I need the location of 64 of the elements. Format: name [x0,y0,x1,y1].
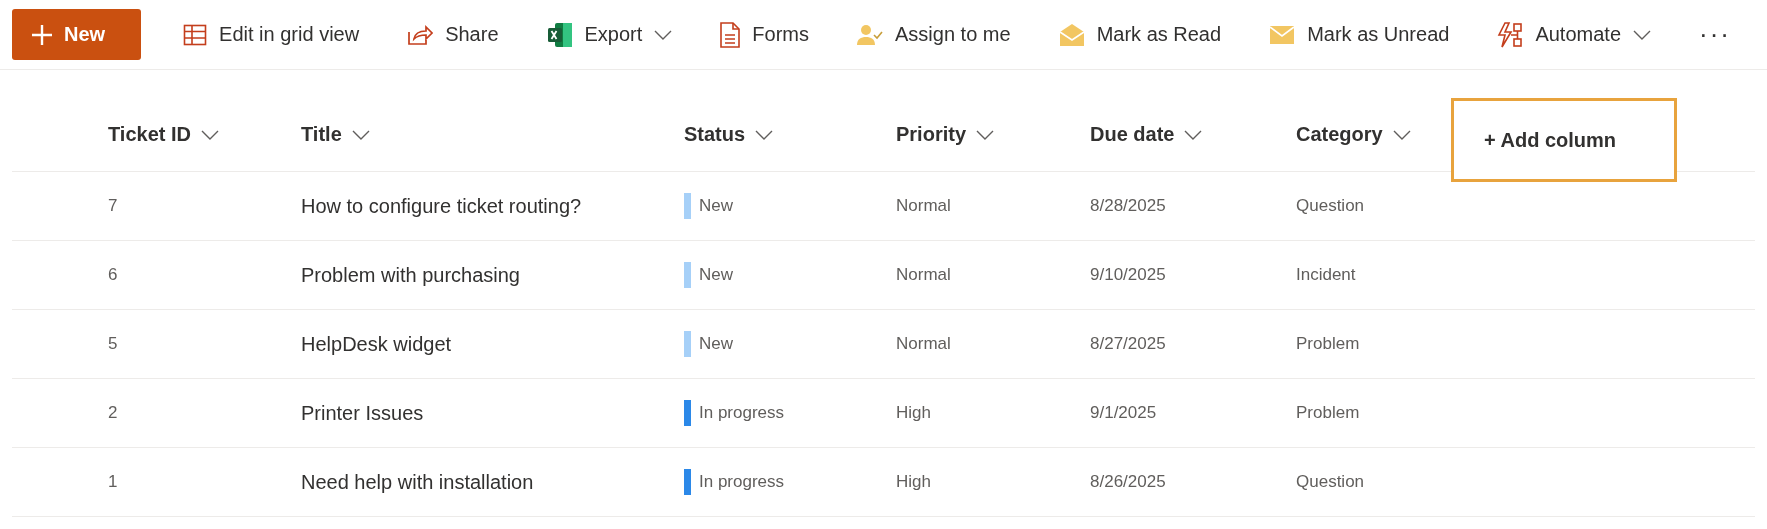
status-text: In progress [699,403,785,423]
chevron-down-icon [1184,129,1203,140]
column-header[interactable]: Category [1296,123,1411,146]
toolbar-button[interactable]: Automate [1473,12,1675,57]
plus-icon [32,24,52,45]
table-cell-text: 1 [108,472,119,492]
table-cell-text: Normal [896,334,952,354]
table-cell-text: High [896,403,932,423]
add-column-button[interactable]: + Add column [1451,98,1677,182]
status-text: In progress [699,472,785,492]
grid-icon [183,22,208,47]
table-cell-text: 8/28/2025 [1090,196,1167,216]
column-header[interactable]: Priority [896,123,995,146]
table-cell-text: Incident [1296,265,1357,285]
table-cell-text: High [896,472,932,492]
person-check-icon [857,23,883,46]
toolbar-button[interactable]: Assign to me [833,12,1035,57]
title-link[interactable]: How to configure ticket routing? [301,194,684,218]
toolbar-button[interactable]: Mark as Unread [1245,12,1474,57]
table-cell-text: Problem [1296,334,1361,354]
column-header[interactable]: Status [684,123,774,146]
status-text: New [699,196,733,216]
toolbar-button[interactable]: Edit in grid view [159,12,384,57]
open-envelope-icon [1058,22,1085,47]
column-header[interactable]: Due date [1090,123,1203,146]
table-cell-text: 9/1/2025 [1090,403,1158,423]
chevron-down-icon [654,29,673,40]
status-text: New [699,334,733,354]
toolbar-button[interactable]: Share [383,12,523,57]
table-cell-text: Normal [896,196,952,216]
table-cell-text: Question [1296,472,1366,492]
title-link[interactable]: Printer Issues [301,401,684,425]
table-cell-text: 8/26/2025 [1090,472,1167,492]
column-header[interactable]: Ticket ID [108,123,219,146]
table-cell-text: 5 [108,334,119,354]
document-icon [720,21,741,48]
chevron-down-icon [1633,29,1651,40]
toolbar-button[interactable]: Forms [696,12,833,57]
table-cell-text: Problem [1296,403,1361,423]
share-icon [407,23,434,46]
title-link[interactable]: Problem with purchasing [301,263,684,287]
title-link[interactable]: HelpDesk widget [301,332,684,356]
chevron-down-icon [201,129,219,140]
more-button[interactable]: ··· [1675,12,1755,57]
envelope-icon [1269,24,1296,45]
table-cell-text: Normal [896,265,952,285]
flow-icon [1497,21,1524,48]
table-cell-text: 9/10/2025 [1090,265,1167,285]
new-button[interactable]: New [12,9,142,60]
chevron-down-icon [976,129,995,140]
toolbar-button[interactable]: Export [522,12,697,57]
table-cell-text: 8/27/2025 [1090,334,1167,354]
spreadsheet-icon [546,21,573,48]
table-cell-text: 6 [108,265,119,285]
toolbar-button[interactable]: Mark as Read [1034,12,1246,57]
column-header[interactable]: Title [301,123,370,146]
title-link[interactable]: Need help with installation [301,470,684,494]
table-cell-text: 2 [108,403,119,423]
status-text: New [699,265,733,285]
table-cell-text: Question [1296,196,1366,216]
table-cell-text: 7 [108,196,119,216]
chevron-down-icon [351,129,370,140]
chevron-down-icon [1392,129,1411,140]
chevron-down-icon [755,129,774,140]
